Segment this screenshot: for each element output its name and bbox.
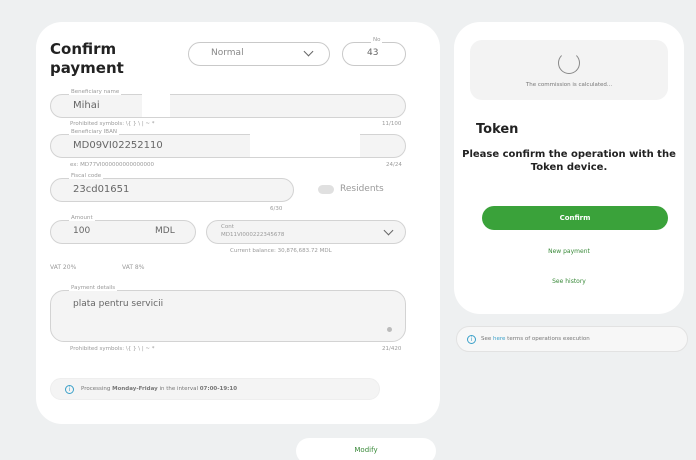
current-balance: Current balance: 30,876,683.72 MDL xyxy=(230,248,332,254)
fiscal-code-field[interactable]: Fiscal code 23cd01651 xyxy=(50,173,294,202)
beneficiary-name-count: 11/100 xyxy=(382,121,402,127)
terms-text: See here terms of operations execution xyxy=(481,336,590,342)
processing-notice: i Processing Monday-Friday in the interv… xyxy=(50,378,380,400)
beneficiary-name-hint: Prohibited symbols: \{ } \ | ~ * xyxy=(70,121,155,127)
vat-20-option[interactable]: VAT 20% xyxy=(50,264,76,271)
see-history-link[interactable]: See history xyxy=(454,278,684,285)
number-label: No xyxy=(371,37,383,43)
processing-text: Processing Monday-Friday in the interval… xyxy=(81,386,238,392)
beneficiary-iban-count: 24/24 xyxy=(386,162,402,168)
new-payment-link[interactable]: New payment xyxy=(454,248,684,255)
commission-box: The commission is calculated... xyxy=(470,40,668,100)
beneficiary-name-value: Mihai xyxy=(73,100,100,111)
beneficiary-name-field[interactable]: Beneficiary name Mihai xyxy=(50,89,406,118)
beneficiary-iban-label: Beneficiary IBAN xyxy=(69,129,119,135)
vat-8-option[interactable]: VAT 8% xyxy=(122,264,144,271)
beneficiary-iban-hint: ex: MD77VI000000000000000 xyxy=(70,162,154,168)
account-label: Cont xyxy=(221,224,234,230)
priority-select[interactable]: Normal xyxy=(188,42,330,66)
token-title: Token xyxy=(476,122,519,137)
page-title: Confirm payment xyxy=(50,40,124,77)
amount-field[interactable]: Amount 100 MDL xyxy=(50,215,196,244)
terms-notice: i See here terms of operations execution xyxy=(456,326,688,352)
payment-details-label: Payment details xyxy=(69,285,118,291)
payment-details-value: plata pentru servicii xyxy=(73,299,164,309)
number-value: 43 xyxy=(367,48,379,58)
resize-handle-icon[interactable] xyxy=(387,327,392,332)
info-icon: i xyxy=(467,335,476,344)
beneficiary-iban-value: MD09VI02252110 xyxy=(73,140,163,151)
payment-details-count: 21/420 xyxy=(382,346,402,352)
amount-value: 100 xyxy=(73,226,91,236)
redaction-box xyxy=(142,93,170,117)
loading-spinner-icon xyxy=(558,52,580,74)
residents-label: Residents xyxy=(340,184,384,194)
info-icon: i xyxy=(65,385,74,394)
confirm-payment-card: Confirm payment Normal No 43 Beneficiary… xyxy=(36,22,440,424)
currency-value: MDL xyxy=(155,226,175,236)
chevron-down-icon xyxy=(303,46,314,57)
account-number: MD11VI000222345678 xyxy=(221,232,285,238)
fiscal-code-value: 23cd01651 xyxy=(73,184,130,195)
terms-here-link[interactable]: here xyxy=(493,336,505,342)
beneficiary-name-label: Beneficiary name xyxy=(69,89,122,95)
residents-toggle[interactable] xyxy=(318,185,334,194)
number-field[interactable]: No 43 xyxy=(342,37,406,66)
amount-label: Amount xyxy=(69,215,95,221)
payment-details-field[interactable]: Payment details plata pentru servicii xyxy=(50,285,406,342)
fiscal-code-count: 6/30 xyxy=(270,206,283,212)
chevron-down-icon xyxy=(383,225,394,236)
token-card: The commission is calculated... Token Pl… xyxy=(454,22,684,314)
commission-text: The commission is calculated... xyxy=(525,82,613,88)
token-message: Please confirm the operation with the To… xyxy=(462,149,676,173)
redaction-box xyxy=(250,133,360,157)
modify-button[interactable]: Modify xyxy=(296,438,436,460)
payment-details-hint: Prohibited symbols: \{ } \ | ~ * xyxy=(70,346,155,352)
account-select[interactable]: Cont MD11VI000222345678 xyxy=(206,220,406,244)
priority-value: Normal xyxy=(211,48,244,58)
confirm-button[interactable]: Confirm xyxy=(482,206,668,230)
fiscal-code-label: Fiscal code xyxy=(69,173,104,179)
